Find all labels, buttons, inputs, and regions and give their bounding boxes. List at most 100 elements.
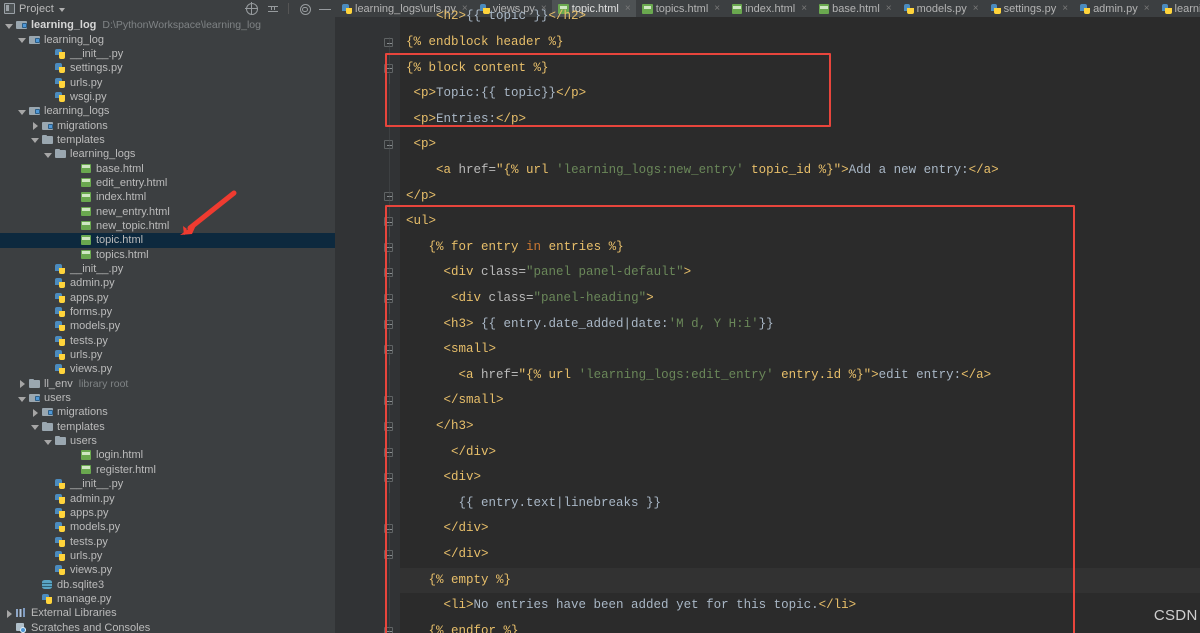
tree-row[interactable]: __init__.py bbox=[0, 477, 335, 491]
code-text-area[interactable]: <h2>{{ topic }}</h2> {% endblock header %… bbox=[400, 9, 1200, 633]
tree-row[interactable]: topics.html bbox=[0, 248, 335, 262]
chevron-down-icon[interactable] bbox=[17, 35, 26, 44]
code-line[interactable]: <div> bbox=[400, 465, 1200, 491]
project-file-tree[interactable]: learning_log D:\PythonWorkspace\learning_… bbox=[0, 17, 335, 633]
tree-row[interactable]: wsgi.py bbox=[0, 90, 335, 104]
code-line[interactable]: <div class="panel-heading"> bbox=[400, 286, 1200, 312]
code-line[interactable]: <a href="{% url 'learning_logs:edit_entr… bbox=[400, 363, 1200, 389]
tree-row[interactable]: __init__.py bbox=[0, 47, 335, 61]
code-line[interactable]: </div> bbox=[400, 516, 1200, 542]
tree-row[interactable]: index.html bbox=[0, 190, 335, 204]
tree-row[interactable]: urls.py bbox=[0, 549, 335, 563]
hide-icon[interactable] bbox=[319, 3, 331, 15]
code-line[interactable]: {% empty %} bbox=[400, 567, 1200, 594]
chevron-right-icon[interactable] bbox=[30, 408, 39, 417]
code-line[interactable]: </h3> bbox=[400, 414, 1200, 440]
python-file-icon bbox=[54, 335, 67, 347]
tree-row[interactable]: learning_logs bbox=[0, 147, 335, 161]
tree-row[interactable]: db.sqlite3 bbox=[0, 577, 335, 591]
code-token: Add a new entry: bbox=[848, 163, 969, 177]
code-line[interactable]: </small> bbox=[400, 388, 1200, 414]
tree-row[interactable]: __init__.py bbox=[0, 262, 335, 276]
tree-row-selected[interactable]: topic.html bbox=[0, 233, 335, 248]
tree-row[interactable]: users bbox=[0, 391, 335, 405]
tree-row[interactable]: learning_log bbox=[0, 32, 335, 46]
code-line[interactable]: <h3> {{ entry.date_added|date:'M d, Y H:… bbox=[400, 312, 1200, 338]
code-line[interactable]: <li>No entries have been added yet for t… bbox=[400, 593, 1200, 619]
tree-row[interactable]: Scratches and Consoles bbox=[0, 620, 335, 633]
chevron-down-icon[interactable] bbox=[43, 150, 52, 159]
code-editor[interactable]: <h2>{{ topic }}</h2> {% endblock header %… bbox=[335, 9, 1200, 633]
code-line[interactable]: <h2>{{ topic }}</h2> bbox=[400, 4, 1200, 30]
chevron-down-icon[interactable] bbox=[4, 21, 13, 30]
tree-row[interactable]: templates bbox=[0, 133, 335, 147]
chevron-down-icon[interactable] bbox=[17, 107, 26, 116]
chevron-down-icon[interactable] bbox=[58, 7, 65, 12]
tree-row[interactable]: models.py bbox=[0, 319, 335, 333]
tree-row[interactable]: apps.py bbox=[0, 506, 335, 520]
chevron-right-icon[interactable] bbox=[17, 379, 26, 389]
chevron-down-icon[interactable] bbox=[43, 437, 52, 446]
code-line[interactable]: {{ entry.text|linebreaks }} bbox=[400, 491, 1200, 517]
code-line[interactable]: <p>Entries:</p> bbox=[400, 107, 1200, 133]
code-line[interactable]: <p>Topic:{{ topic}}</p> bbox=[400, 81, 1200, 107]
chevron-right-icon[interactable] bbox=[4, 609, 13, 618]
collapse-all-icon[interactable] bbox=[267, 3, 279, 15]
settings-gear-icon[interactable] bbox=[298, 3, 311, 15]
code-line[interactable]: {% endfor %} bbox=[400, 619, 1200, 633]
tree-row[interactable]: new_topic.html bbox=[0, 219, 335, 233]
project-title-group[interactable]: Project bbox=[4, 3, 65, 15]
code-line[interactable]: {% endblock header %} bbox=[400, 30, 1200, 56]
code-line[interactable]: </div> bbox=[400, 440, 1200, 466]
chevron-down-icon[interactable] bbox=[30, 422, 39, 431]
tree-row[interactable]: urls.py bbox=[0, 75, 335, 89]
tree-row[interactable]: forms.py bbox=[0, 305, 335, 319]
tree-row[interactable]: new_entry.html bbox=[0, 204, 335, 218]
tree-twisty-spacer bbox=[43, 351, 52, 360]
tree-row[interactable]: ll_env library root bbox=[0, 377, 335, 391]
tree-row[interactable]: edit_entry.html bbox=[0, 176, 335, 190]
tree-row[interactable]: admin.py bbox=[0, 276, 335, 290]
tree-row[interactable]: migrations bbox=[0, 405, 335, 419]
tree-row[interactable]: login.html bbox=[0, 448, 335, 462]
tree-row[interactable]: templates bbox=[0, 420, 335, 434]
code-line[interactable]: <div class="panel panel-default"> bbox=[400, 260, 1200, 286]
tree-row[interactable]: models.py bbox=[0, 520, 335, 534]
code-line[interactable]: <small> bbox=[400, 337, 1200, 363]
tree-row[interactable]: learning_logs bbox=[0, 104, 335, 118]
tree-row[interactable]: urls.py bbox=[0, 348, 335, 362]
tree-row[interactable]: migrations bbox=[0, 118, 335, 132]
tree-row[interactable]: admin.py bbox=[0, 491, 335, 505]
code-line[interactable]: <a href="{% url 'learning_logs:new_entry… bbox=[400, 158, 1200, 184]
code-line[interactable]: {% for entry in entries %} bbox=[400, 235, 1200, 261]
tree-row[interactable]: tests.py bbox=[0, 334, 335, 348]
chevron-down-icon[interactable] bbox=[30, 135, 39, 144]
code-token: <h3> bbox=[443, 316, 474, 331]
code-line[interactable]: <p> bbox=[400, 132, 1200, 158]
code-token: </li> bbox=[818, 598, 857, 613]
tree-row[interactable]: users bbox=[0, 434, 335, 448]
code-line[interactable]: </div> bbox=[400, 542, 1200, 568]
locate-in-tree-icon[interactable] bbox=[245, 1, 258, 15]
chevron-down-icon[interactable] bbox=[17, 394, 26, 403]
code-line[interactable]: {% block content %} bbox=[400, 56, 1200, 82]
code-token: href= bbox=[481, 367, 519, 382]
code-line[interactable]: <ul> bbox=[400, 209, 1200, 235]
tree-row[interactable]: views.py bbox=[0, 362, 335, 376]
chevron-right-icon[interactable] bbox=[30, 121, 39, 131]
tree-row[interactable]: register.html bbox=[0, 463, 335, 477]
module-folder-icon bbox=[28, 392, 41, 404]
tree-row[interactable]: tests.py bbox=[0, 534, 335, 548]
tree-row[interactable]: learning_log D:\PythonWorkspace\learning_… bbox=[0, 18, 335, 32]
tree-row[interactable]: External Libraries bbox=[0, 606, 335, 620]
tree-row[interactable]: manage.py bbox=[0, 592, 335, 606]
code-line[interactable]: </p> bbox=[400, 184, 1200, 210]
tree-row[interactable]: apps.py bbox=[0, 291, 335, 305]
tree-twisty-spacer bbox=[43, 279, 52, 288]
tree-row[interactable]: settings.py bbox=[0, 61, 335, 75]
tree-row[interactable]: views.py bbox=[0, 563, 335, 577]
tree-row[interactable]: base.html bbox=[0, 161, 335, 175]
